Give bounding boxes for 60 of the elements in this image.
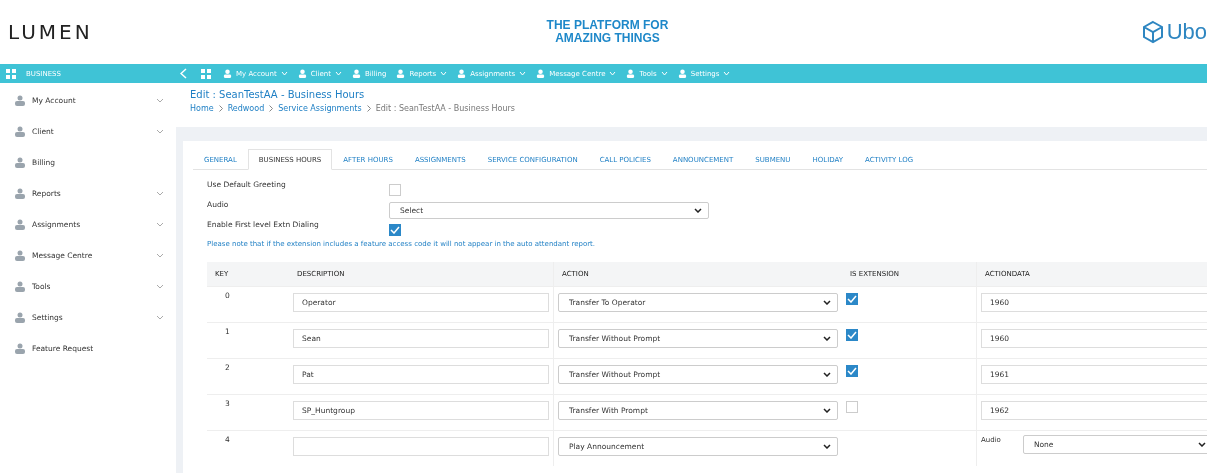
chevron-down-icon xyxy=(519,71,527,76)
chevron-down-icon xyxy=(156,284,164,289)
description-input[interactable] xyxy=(293,437,549,456)
lumen-logo: LUMEN xyxy=(8,20,94,44)
chevron-down-icon xyxy=(156,253,164,258)
chevron-down-icon xyxy=(280,71,288,76)
chevron-down-icon xyxy=(1198,442,1206,447)
breadcrumb-link[interactable]: Redwood xyxy=(227,104,265,113)
person-icon xyxy=(223,69,232,78)
chevron-down-icon xyxy=(723,71,731,76)
chevron-down-icon xyxy=(660,71,668,76)
chevron-down-icon xyxy=(823,408,831,413)
chevron-left-icon[interactable] xyxy=(180,68,187,79)
person-icon xyxy=(14,126,26,137)
person-icon xyxy=(351,69,361,78)
ubo-logo: Ubo xyxy=(1166,19,1207,45)
chevron-down-icon xyxy=(156,129,164,134)
person-icon xyxy=(677,69,687,78)
chevron-down-icon xyxy=(823,444,831,449)
person-icon xyxy=(14,188,26,199)
checkbox[interactable] xyxy=(846,365,858,377)
tagline: THE PLATFORM FOR AMAZING THINGS xyxy=(546,19,669,45)
grid-icon xyxy=(6,68,16,79)
chevron-down-icon xyxy=(156,98,164,103)
chevron-down-icon xyxy=(823,336,831,341)
chevron-down-icon xyxy=(156,191,164,196)
chevron-down-icon xyxy=(156,222,164,227)
chevron-down-icon xyxy=(694,208,702,213)
breadcrumb-current: Edit : SeanTestAA - Business Hours xyxy=(375,104,516,113)
person-icon xyxy=(457,69,467,78)
person-icon xyxy=(297,69,307,78)
person-icon xyxy=(396,69,406,78)
chevron-down-icon xyxy=(440,71,448,76)
checkbox[interactable] xyxy=(389,224,401,236)
checkbox[interactable] xyxy=(846,329,858,341)
person-icon xyxy=(14,250,26,261)
person-icon xyxy=(14,219,26,230)
chevron-right-icon xyxy=(218,105,223,112)
person-icon xyxy=(14,343,26,354)
person-icon xyxy=(626,69,636,78)
chevron-down-icon xyxy=(334,71,342,76)
chevron-right-icon xyxy=(269,105,274,112)
breadcrumb-link[interactable]: Home xyxy=(190,104,214,113)
breadcrumb-link[interactable]: Service Assignments xyxy=(278,104,362,113)
checkbox[interactable] xyxy=(389,184,401,196)
chevron-right-icon xyxy=(366,105,371,112)
person-icon xyxy=(14,281,26,292)
person-icon xyxy=(14,312,26,323)
chevron-down-icon xyxy=(823,300,831,305)
person-icon xyxy=(536,69,546,78)
person-icon xyxy=(14,95,26,106)
chevron-down-icon xyxy=(156,315,164,320)
page-title: Edit : SeanTestAA - Business Hours xyxy=(190,89,366,100)
chevron-down-icon xyxy=(823,372,831,377)
checkbox[interactable] xyxy=(846,293,858,305)
checkbox[interactable] xyxy=(846,401,858,413)
grid-icon[interactable] xyxy=(201,68,211,79)
cube-icon xyxy=(1140,20,1165,44)
person-icon xyxy=(14,157,26,168)
chevron-down-icon xyxy=(609,71,617,76)
